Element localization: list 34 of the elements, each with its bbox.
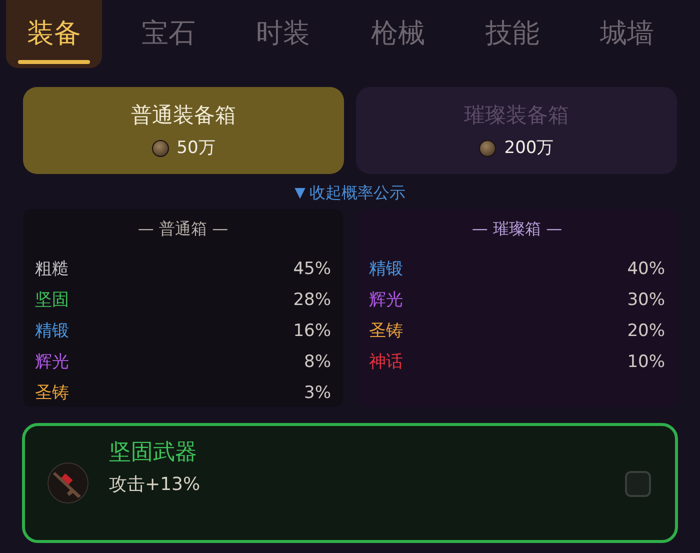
rarity-name: 圣铸 <box>369 320 403 343</box>
rarity-name: 辉光 <box>369 289 403 312</box>
rate-value: 8% <box>304 351 331 374</box>
rarity-name: 坚固 <box>35 289 69 312</box>
item-name: 坚固武器 <box>109 439 198 467</box>
rarity-name: 精锻 <box>369 258 403 281</box>
rate-value: 28% <box>293 289 331 312</box>
chest-option[interactable]: 普通装备箱 50万 <box>23 87 344 174</box>
checkbox[interactable] <box>625 471 651 497</box>
panel-title: — 普通箱 — <box>136 218 230 240</box>
rate-value: 20% <box>627 320 665 343</box>
rarity-name: 辉光 <box>35 351 69 374</box>
rarity-name: 神话 <box>369 351 403 374</box>
rarity-name: 圣铸 <box>35 382 69 405</box>
tab[interactable]: 枪械 <box>350 0 446 68</box>
rarity-name: 粗糙 <box>35 258 69 281</box>
tab[interactable]: 技能 <box>464 0 560 68</box>
rate-value: 40% <box>627 258 665 281</box>
rate-value: 3% <box>304 382 331 405</box>
rate-value: 16% <box>293 320 331 343</box>
item-stat: 攻击+13% <box>109 473 200 497</box>
panel-title: — 璀璨箱 — <box>470 218 564 240</box>
tab[interactable]: 城墙 <box>579 0 676 68</box>
tab[interactable]: 时装 <box>235 0 332 68</box>
coin-icon <box>479 140 496 157</box>
coin-icon <box>152 140 169 157</box>
rarity-name: 精锻 <box>35 320 69 343</box>
rate-value: 45% <box>293 258 331 281</box>
rate-value: 30% <box>627 289 665 312</box>
tab[interactable]: 装备 <box>6 0 102 68</box>
chest-option[interactable]: 璀璨装备箱 200万 <box>356 87 677 174</box>
collapse-link[interactable]: ▼ 收起概率公示 <box>294 179 406 207</box>
tab[interactable]: 宝石 <box>120 0 216 68</box>
rate-value: 10% <box>627 351 665 374</box>
